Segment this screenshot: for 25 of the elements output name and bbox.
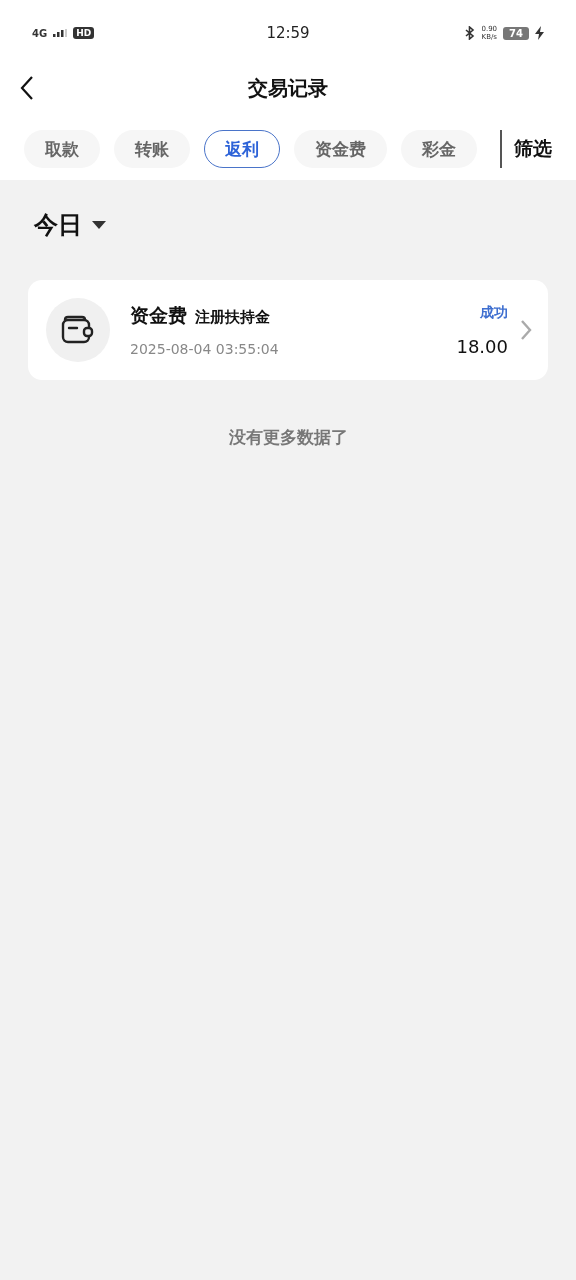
clock: 12:59 (266, 24, 310, 42)
filter-button[interactable]: 筛选 (502, 136, 552, 162)
date-filter[interactable]: 今日 (28, 208, 112, 242)
charging-icon (535, 26, 544, 40)
page-title: 交易记录 (248, 74, 328, 102)
category-tab[interactable]: 返利 (204, 130, 280, 168)
category-tab[interactable]: 资金费 (294, 130, 387, 168)
bluetooth-icon (465, 26, 476, 40)
network-label: 4G (32, 27, 48, 39)
hd-badge: HD (73, 27, 95, 39)
battery-indicator: 74 (503, 26, 529, 40)
category-tab[interactable]: 取款 (24, 130, 100, 168)
category-tab[interactable]: 转账 (114, 130, 190, 168)
record-title: 资金费 (130, 303, 187, 328)
category-tab[interactable]: 彩金 (401, 130, 477, 168)
record-subtitle: 注册扶持金 (195, 308, 270, 327)
signal-icon (53, 29, 68, 37)
record-card[interactable]: 资金费 注册扶持金 2025-08-04 03:55:04 成功 18.00 (28, 280, 548, 380)
back-icon[interactable] (20, 76, 34, 100)
caret-icon (92, 221, 106, 229)
chevron-right-icon (520, 319, 532, 341)
record-time: 2025-08-04 03:55:04 (130, 341, 280, 357)
no-more-data-text: 没有更多数据了 (227, 426, 349, 449)
record-amount: 18.00 (456, 335, 508, 357)
record-status: 成功 (480, 303, 508, 322)
